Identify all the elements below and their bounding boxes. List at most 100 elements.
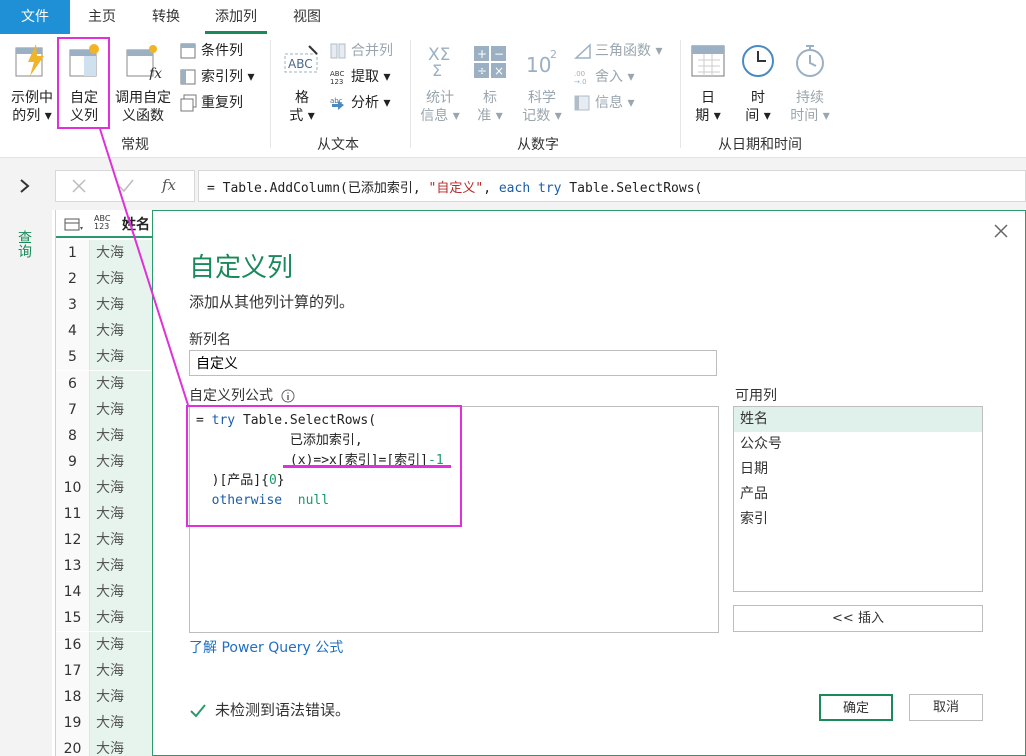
new-column-name-input[interactable]	[189, 350, 717, 376]
cell-name[interactable]: 大海	[90, 683, 156, 710]
row-number: 16	[56, 631, 90, 658]
cancel-formula-icon[interactable]	[72, 179, 86, 193]
cell-name[interactable]: 大海	[90, 553, 156, 580]
tab-file[interactable]: 文件	[0, 0, 70, 34]
table-row[interactable]: 18 大海	[56, 683, 156, 710]
available-column-item[interactable]: 姓名	[734, 407, 982, 432]
cell-name[interactable]: 大海	[90, 501, 156, 527]
confirm-formula-icon[interactable]	[118, 179, 134, 193]
table-row[interactable]: 14 大海	[56, 579, 156, 606]
queries-pane[interactable]: 查询	[0, 210, 52, 756]
cell-name[interactable]: 大海	[90, 240, 156, 266]
type-any-icon[interactable]: ABC 123	[94, 215, 112, 231]
svg-text:.00: .00	[574, 70, 585, 78]
cell-name[interactable]: 大海	[90, 605, 156, 632]
rounding-button[interactable]: .00 →.0 舍入 ▾	[574, 66, 634, 88]
available-column-item[interactable]: 公众号	[734, 432, 982, 457]
information-button[interactable]: 信息 ▾	[574, 92, 634, 114]
table-row[interactable]: 9 大海	[56, 448, 156, 475]
chevron-right-icon[interactable]	[18, 178, 32, 194]
cell-name[interactable]: 大海	[90, 422, 156, 449]
cell-name[interactable]: 大海	[90, 579, 156, 606]
cell-name[interactable]: 大海	[90, 292, 156, 319]
ok-button[interactable]: 确定	[819, 694, 893, 721]
table-row[interactable]: 17 大海	[56, 657, 156, 684]
table-row[interactable]: 5 大海	[56, 344, 156, 371]
invoke-custom-function-button[interactable]: fx 调用自定 义函数	[112, 42, 174, 125]
statistics-button[interactable]: XΣ Σ 统计 信息 ▾	[418, 42, 462, 125]
tab-add-column[interactable]: 添加列	[205, 0, 267, 34]
conditional-column-button[interactable]: 条件列	[180, 40, 243, 62]
standard-button[interactable]: + − ÷ × 标 准 ▾	[470, 42, 510, 125]
calendar-icon	[691, 45, 725, 77]
table-row[interactable]: 15 大海	[56, 605, 156, 632]
insert-button[interactable]: << 插入	[733, 605, 983, 632]
close-icon[interactable]	[993, 223, 1009, 239]
cancel-button[interactable]: 取消	[909, 694, 983, 721]
merge-columns-button[interactable]: 合并列	[330, 40, 393, 62]
available-column-item[interactable]: 索引	[734, 507, 982, 532]
svg-text:2: 2	[550, 48, 557, 61]
svg-text:123: 123	[330, 78, 343, 86]
table-row[interactable]: 12 大海	[56, 527, 156, 554]
available-column-item[interactable]: 日期	[734, 457, 982, 482]
parse-button[interactable]: abc 分析 ▾	[330, 92, 390, 114]
cell-name[interactable]: 大海	[90, 631, 156, 658]
table-row[interactable]: 19 大海	[56, 709, 156, 736]
column-from-examples-button[interactable]: 示例中 的列 ▾	[6, 42, 58, 125]
table-row[interactable]: 11 大海	[56, 501, 156, 527]
duration-label-2: 时间 ▾	[790, 108, 830, 124]
formula-token: each try	[498, 181, 562, 196]
cell-name[interactable]: 大海	[90, 370, 156, 397]
table-row[interactable]: 16 大海	[56, 631, 156, 658]
table-menu-icon[interactable]	[64, 218, 84, 232]
cell-name[interactable]: 大海	[90, 396, 156, 423]
date-button[interactable]: 日 期 ▾	[688, 42, 728, 125]
row-number: 6	[56, 370, 90, 397]
group-from-datetime-label: 从日期和时间	[718, 137, 802, 153]
duplicate-column-button[interactable]: 重复列	[180, 92, 243, 114]
tab-home[interactable]: 主页	[80, 0, 124, 34]
available-column-item[interactable]: 产品	[734, 482, 982, 507]
cell-name[interactable]: 大海	[90, 344, 156, 371]
scientific-button[interactable]: 10 2 科学 记数 ▾	[520, 42, 564, 125]
tab-view[interactable]: 视图	[284, 0, 330, 34]
trigonometry-button[interactable]: 三角函数 ▾	[574, 40, 662, 62]
table-row[interactable]: 8 大海	[56, 422, 156, 449]
table-row[interactable]: 10 大海	[56, 474, 156, 501]
row-number: 5	[56, 344, 90, 371]
column-header-name[interactable]: 姓名	[122, 214, 150, 234]
learn-power-query-link[interactable]: 了解 Power Query 公式	[189, 637, 343, 657]
cell-name[interactable]: 大海	[90, 318, 156, 345]
tab-transform[interactable]: 转换	[142, 0, 190, 34]
extract-button[interactable]: ABC 123 提取 ▾	[330, 66, 390, 88]
formula-token: Table.SelectRows(	[561, 181, 703, 196]
duration-button[interactable]: 持续 时间 ▾	[788, 42, 832, 125]
info-icon[interactable]	[281, 389, 295, 403]
cell-name[interactable]: 大海	[90, 735, 156, 756]
cell-name[interactable]: 大海	[90, 266, 156, 293]
cell-name[interactable]: 大海	[90, 474, 156, 501]
time-button[interactable]: 时 间 ▾	[738, 42, 778, 125]
date-label-1: 日	[701, 90, 715, 106]
row-number: 1	[56, 240, 90, 266]
table-row[interactable]: 6 大海	[56, 370, 156, 397]
cell-name[interactable]: 大海	[90, 709, 156, 736]
table-row[interactable]: 7 大海	[56, 396, 156, 423]
table-row[interactable]: 20 大海	[56, 735, 156, 756]
statistics-label-2: 信息 ▾	[420, 108, 460, 124]
format-button[interactable]: ABC 格 式 ▾	[280, 42, 324, 125]
cell-name[interactable]: 大海	[90, 527, 156, 554]
parse-icon: abc	[330, 97, 344, 110]
table-row[interactable]: 3 大海	[56, 292, 156, 319]
time-label-1: 时	[751, 90, 765, 106]
table-row[interactable]: 2 大海	[56, 266, 156, 293]
table-row[interactable]: 4 大海	[56, 318, 156, 345]
table-row[interactable]: 13 大海	[56, 553, 156, 580]
index-column-button[interactable]: 索引列 ▾	[180, 66, 254, 88]
cell-name[interactable]: 大海	[90, 657, 156, 684]
table-row[interactable]: 1 大海	[56, 240, 156, 266]
information-icon	[574, 95, 590, 111]
formula-input[interactable]: = Table.AddColumn(已添加索引, "自定义", each try…	[198, 170, 1026, 202]
cell-name[interactable]: 大海	[90, 448, 156, 475]
